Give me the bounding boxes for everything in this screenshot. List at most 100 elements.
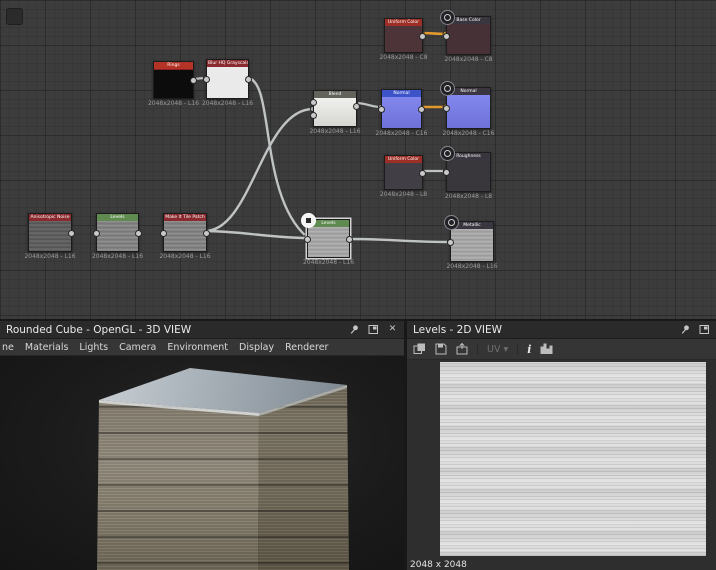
node-connector-pin[interactable] [68, 229, 75, 237]
texture-resolution-label: 2048 x 2048 [410, 560, 467, 570]
node-connector-pin[interactable] [378, 106, 385, 113]
node-resolution-label: 2048x2048 - L8 [444, 193, 493, 200]
node-thumbnail [447, 95, 490, 128]
node-thumbnail [207, 67, 248, 98]
output-badge-icon[interactable] [440, 81, 455, 96]
menu-item-display[interactable]: Display [239, 342, 274, 353]
node-connector-pin[interactable] [135, 229, 142, 237]
node-resolution-label: 2048x2048 - L16 [91, 253, 144, 260]
close-icon[interactable]: ✕ [387, 324, 398, 335]
dock-icon[interactable] [699, 324, 710, 335]
menu-item-camera[interactable]: Camera [119, 342, 156, 353]
node-connector-pin[interactable] [346, 235, 353, 243]
node-connector-pin[interactable] [443, 169, 450, 176]
2d-view-toolbar: UV ▾ i [407, 339, 716, 360]
toolbar-separator [517, 343, 519, 355]
export-icon[interactable] [456, 343, 468, 355]
node-thumbnail [447, 24, 490, 54]
chevron-down-icon: ▾ [503, 343, 509, 355]
node-connector-pin[interactable] [419, 169, 426, 177]
wire-tile-to-blend[interactable] [203, 107, 315, 233]
node-connector-pin[interactable] [443, 32, 450, 40]
graph-node-levels-2[interactable]: Levels 2048x2048 - L16 [301, 213, 354, 266]
node-thumbnail [314, 98, 356, 126]
node-title: Normal [382, 90, 421, 97]
3d-view-panel: Rounded Cube - OpenGL - 3D VIEW ✕ ne Mate… [0, 321, 404, 570]
graph-node-output-roughness[interactable]: Roughness 2048x2048 - L8 [440, 146, 492, 200]
wire-levels2-to-metallic[interactable] [346, 237, 452, 244]
dock-icon[interactable] [368, 324, 379, 335]
graph-node-levels-1[interactable]: Levels 2048x2048 - L16 [92, 213, 143, 260]
node-connector-pin[interactable] [245, 76, 252, 83]
wire-tile-to-levels2[interactable] [203, 229, 309, 240]
node-thumbnail [447, 160, 490, 191]
node-resolution-label: 2048x2048 - L16 [309, 128, 361, 135]
menu-item-renderer[interactable]: Renderer [285, 342, 328, 353]
3d-view-menubar: ne Materials Lights Camera Environment Displa… [0, 339, 404, 356]
node-connector-pin[interactable] [310, 111, 317, 119]
node-thumbnail [382, 97, 421, 128]
node-connector-pin[interactable] [304, 235, 311, 243]
node-connector-pin[interactable] [353, 102, 360, 110]
node-title: Levels [97, 214, 138, 221]
graph-node-output-metallic[interactable]: Metallic 2048x2048 - L16 [444, 215, 498, 270]
save-image-icon[interactable] [435, 343, 447, 355]
node-resolution-label: 2048x2048 - C16 [375, 130, 428, 137]
node-connector-pin[interactable] [160, 229, 167, 237]
pin-icon[interactable] [349, 324, 360, 335]
node-connector-pin[interactable] [310, 98, 317, 106]
2d-view-title: Levels - 2D VIEW [413, 323, 503, 336]
node-thumbnail [97, 221, 138, 251]
node-resolution-label: 2048x2048 - C8 [379, 54, 428, 61]
view-badge-icon[interactable] [301, 213, 316, 228]
display-mode-icon[interactable] [413, 343, 426, 355]
2d-view-header[interactable]: Levels - 2D VIEW [407, 321, 716, 339]
toolbar-separator [477, 343, 478, 355]
output-badge-icon[interactable] [444, 215, 459, 230]
graph-node-rings[interactable]: Rings 2048x2048 - L16 [148, 61, 199, 107]
menu-item-ne[interactable]: ne [2, 342, 14, 353]
graph-node-make-it-tile-patch[interactable]: Make It Tile Patch 2048x2048 - L16 [159, 213, 211, 260]
menu-item-lights[interactable]: Lights [79, 342, 108, 353]
histogram-icon[interactable] [540, 343, 554, 355]
graph-node-blend[interactable]: Blend 2048x2048 - L16 [309, 90, 361, 135]
node-connector-pin[interactable] [203, 229, 210, 237]
node-title: Blend [314, 91, 356, 98]
menu-item-materials[interactable]: Materials [25, 342, 69, 353]
node-graph-panel[interactable]: Uniform Color 2048x2048 - C8 Base Color 204… [0, 0, 716, 319]
uv-mode-dropdown[interactable]: UV ▾ [487, 344, 508, 355]
menu-item-environment[interactable]: Environment [167, 342, 228, 353]
2d-viewport[interactable]: 2048 x 2048 [407, 360, 716, 570]
graph-node-output-basecolor[interactable]: Base Color 2048x2048 - C8 [440, 10, 493, 63]
node-title: Uniform Color [385, 19, 422, 26]
node-connector-pin[interactable] [418, 106, 425, 113]
node-connector-pin[interactable] [447, 238, 454, 246]
graph-node-normal[interactable]: Normal 2048x2048 - C16 [376, 89, 427, 137]
node-resolution-label: 2048x2048 - C8 [444, 56, 493, 63]
node-resolution-label: 2048x2048 - C16 [442, 130, 495, 137]
graph-node-blur-hq-grayscale[interactable]: Blur HQ Grayscale 2048x2048 - L16 [202, 59, 253, 107]
3d-viewport[interactable] [0, 356, 404, 570]
node-thumbnail [385, 26, 422, 52]
node-resolution-label: 2048x2048 - L16 [302, 259, 355, 266]
graph-overlay-button[interactable] [6, 8, 23, 25]
node-connector-pin[interactable] [93, 229, 100, 237]
info-icon[interactable]: i [527, 343, 531, 356]
graph-node-uniform-color-roughness[interactable]: Uniform Color 2048x2048 - L8 [380, 155, 427, 198]
pin-icon[interactable] [680, 324, 691, 335]
node-connector-pin[interactable] [419, 32, 426, 40]
node-title: Blur HQ Grayscale [207, 60, 248, 67]
output-badge-icon[interactable] [440, 10, 455, 25]
node-connector-pin[interactable] [443, 105, 450, 112]
3d-view-header[interactable]: Rounded Cube - OpenGL - 3D VIEW ✕ [0, 321, 404, 339]
graph-node-output-normal[interactable]: Normal 2048x2048 - C16 [440, 81, 494, 137]
graph-node-anisotropic-noise[interactable]: Anisotropic Noise 2048x2048 - L16 [24, 213, 76, 260]
wire-blur-to-levels2[interactable] [245, 76, 309, 239]
texture-preview[interactable] [440, 362, 706, 556]
node-connector-pin[interactable] [190, 77, 197, 84]
node-connector-pin[interactable] [203, 76, 210, 83]
substance-designer-window: Uniform Color 2048x2048 - C8 Base Color 204… [0, 0, 716, 570]
graph-node-uniform-color-basecolor[interactable]: Uniform Color 2048x2048 - C8 [379, 18, 428, 61]
output-badge-icon[interactable] [440, 146, 455, 161]
node-resolution-label: 2048x2048 - L16 [159, 253, 211, 260]
